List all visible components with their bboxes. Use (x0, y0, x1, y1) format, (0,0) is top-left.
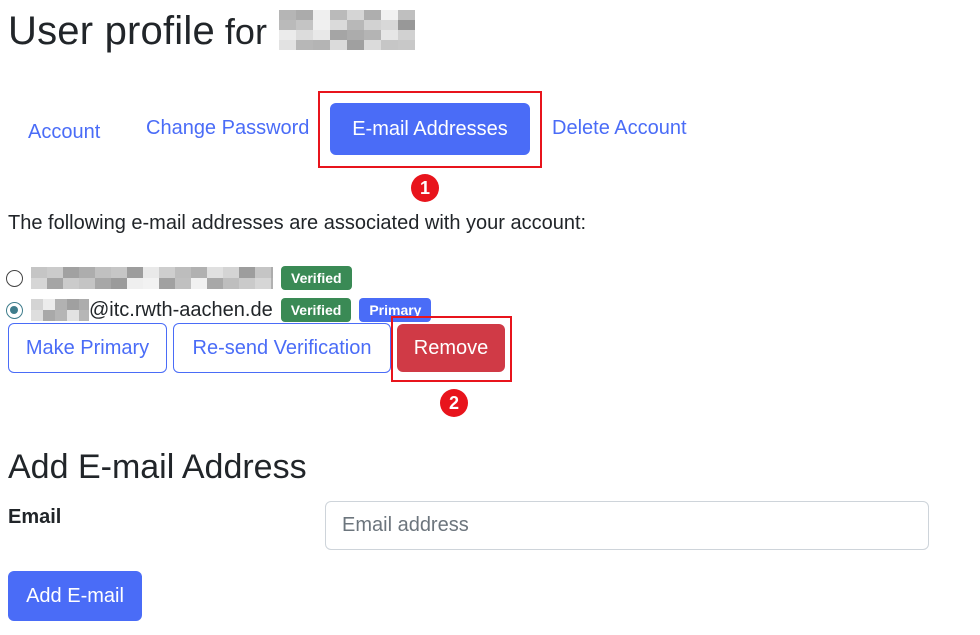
verified-badge-2: Verified (280, 298, 352, 322)
page-title: User profile for (8, 4, 415, 60)
step-marker-1: 1 (411, 174, 439, 202)
page-title-text: User profile (8, 9, 215, 53)
highlight-box-tab (318, 91, 542, 168)
email-radio-2[interactable] (6, 301, 23, 319)
email-intro-text: The following e-mail addresses are assoc… (8, 212, 587, 234)
add-email-heading: Add E-mail Address (8, 448, 307, 486)
verified-badge-1: Verified (281, 266, 352, 290)
redacted-email-user (31, 299, 89, 321)
email-domain-text: @itc.rwth-aachen.de (89, 298, 273, 321)
step-marker-2: 2 (440, 389, 468, 417)
redacted-email-1 (31, 267, 273, 289)
email-radio-1[interactable] (6, 269, 23, 287)
highlight-box-remove (391, 316, 512, 382)
tab-change-password[interactable]: Change Password (146, 100, 309, 156)
make-primary-button[interactable]: Make Primary (8, 323, 167, 373)
email-list-item: Verified (6, 264, 360, 292)
email-address-input[interactable] (325, 501, 929, 550)
tab-account[interactable]: Account (28, 104, 100, 160)
email-list-item: @itc.rwth-aachen.de Verified Primary (6, 296, 439, 324)
email-field-label: Email (8, 506, 62, 528)
page-title-for: for (224, 11, 267, 52)
add-email-button[interactable]: Add E-mail (8, 571, 142, 621)
tab-delete-account[interactable]: Delete Account (552, 100, 687, 156)
resend-verification-button[interactable]: Re-send Verification (173, 323, 391, 373)
redacted-username (278, 10, 415, 50)
